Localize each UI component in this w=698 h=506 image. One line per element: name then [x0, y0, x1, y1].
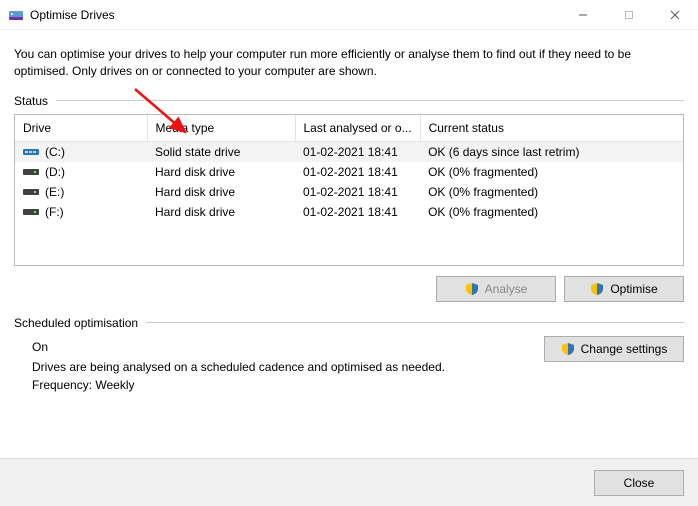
window-title: Optimise Drives: [30, 8, 115, 22]
analyse-button[interactable]: Analyse: [436, 276, 556, 302]
shield-icon: [590, 282, 604, 296]
col-drive[interactable]: Drive: [15, 115, 147, 142]
change-settings-button[interactable]: Change settings: [544, 336, 684, 362]
separator: [146, 322, 684, 323]
drive-label: (C:): [45, 145, 65, 159]
table-row[interactable]: (F:) Hard disk drive01-02-2021 18:41OK (0…: [15, 202, 683, 222]
hdd-drive-icon: [23, 206, 39, 218]
scheduled-freq: Frequency: Weekly: [32, 378, 524, 392]
separator: [56, 100, 684, 101]
table-row[interactable]: (D:) Hard disk drive01-02-2021 18:41OK (0…: [15, 162, 683, 182]
col-media[interactable]: Media type: [147, 115, 295, 142]
hdd-drive-icon: [23, 186, 39, 198]
table-row[interactable]: (C:) Solid state drive01-02-2021 18:41OK …: [15, 141, 683, 162]
drive-label: (E:): [45, 185, 64, 199]
table-header-row[interactable]: Drive Media type Last analysed or o... C…: [15, 115, 683, 142]
intro-text: You can optimise your drives to help you…: [14, 46, 684, 80]
ssd-drive-icon: [23, 146, 39, 158]
col-last[interactable]: Last analysed or o...: [295, 115, 420, 142]
cell-last: 01-02-2021 18:41: [295, 182, 420, 202]
drive-label: (D:): [45, 165, 65, 179]
hdd-drive-icon: [23, 166, 39, 178]
cell-media: Hard disk drive: [147, 182, 295, 202]
close-button[interactable]: [652, 0, 698, 30]
cell-media: Hard disk drive: [147, 202, 295, 222]
dialog-footer: Close: [0, 458, 698, 506]
scheduled-desc: Drives are being analysed on a scheduled…: [32, 360, 524, 374]
cell-status: OK (6 days since last retrim): [420, 141, 683, 162]
drives-table[interactable]: Drive Media type Last analysed or o... C…: [14, 114, 684, 266]
scheduled-state: On: [32, 340, 524, 354]
close-dialog-button[interactable]: Close: [594, 470, 684, 496]
cell-status: OK (0% fragmented): [420, 202, 683, 222]
shield-icon: [561, 342, 575, 356]
cell-status: OK (0% fragmented): [420, 182, 683, 202]
optimise-button[interactable]: Optimise: [564, 276, 684, 302]
drive-label: (F:): [45, 205, 64, 219]
table-row[interactable]: (E:) Hard disk drive01-02-2021 18:41OK (0…: [15, 182, 683, 202]
cell-status: OK (0% fragmented): [420, 162, 683, 182]
cell-media: Hard disk drive: [147, 162, 295, 182]
scheduled-section-label: Scheduled optimisation: [14, 316, 138, 330]
col-status[interactable]: Current status: [420, 115, 683, 142]
app-icon: [8, 7, 24, 23]
status-section-label: Status: [14, 94, 48, 108]
maximize-button[interactable]: [606, 0, 652, 30]
minimize-button[interactable]: [560, 0, 606, 30]
shield-icon: [465, 282, 479, 296]
cell-last: 01-02-2021 18:41: [295, 141, 420, 162]
title-bar: Optimise Drives: [0, 0, 698, 30]
cell-media: Solid state drive: [147, 141, 295, 162]
cell-last: 01-02-2021 18:41: [295, 202, 420, 222]
cell-last: 01-02-2021 18:41: [295, 162, 420, 182]
